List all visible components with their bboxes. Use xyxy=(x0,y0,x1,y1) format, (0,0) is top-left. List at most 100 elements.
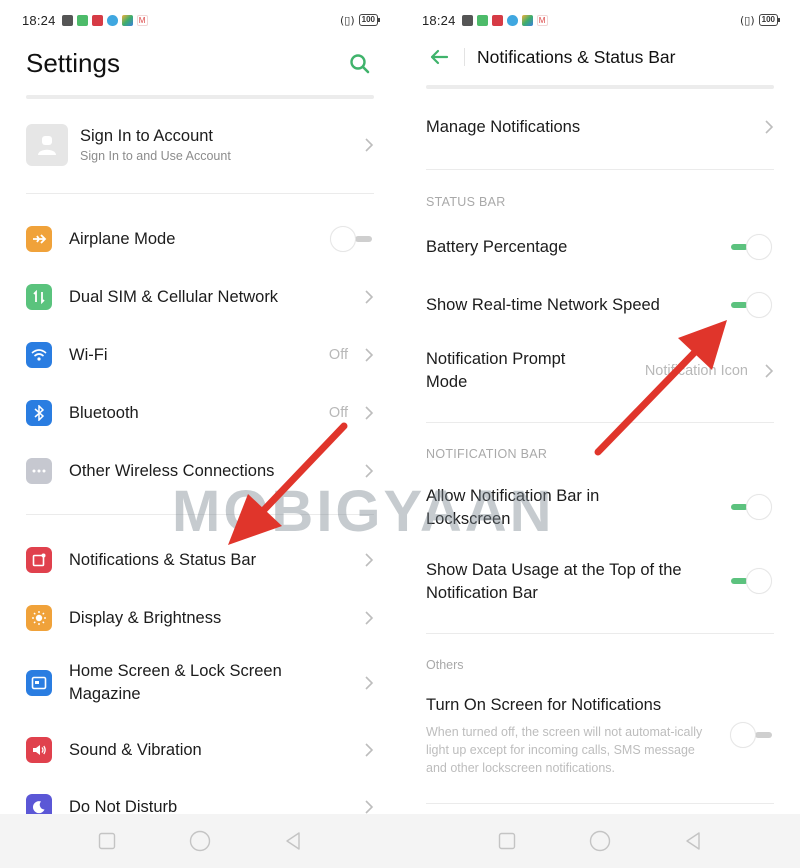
turn-on-screen-toggle[interactable] xyxy=(728,720,774,750)
status-bar: 18:24 M (▯) 100 xyxy=(422,10,781,30)
item-label: Display & Brightness xyxy=(69,608,222,627)
back-arrow-icon xyxy=(430,49,449,65)
item-label: Turn On Screen for Notifications xyxy=(426,696,662,714)
item-label: Show Data Usage at the Top of the Notifi… xyxy=(426,561,682,602)
navigation-bar xyxy=(0,814,400,868)
settings-item-notifications[interactable]: Notifications & Status Bar xyxy=(26,545,374,575)
red-app-icon xyxy=(491,14,503,26)
item-label: Home Screen & Lock Screen Magazine xyxy=(69,662,282,703)
item-label: Allow Notification Bar in Lockscreen xyxy=(426,487,600,528)
item-label: Airplane Mode xyxy=(69,229,176,248)
item-label: Wi-Fi xyxy=(69,345,108,364)
wifi-status: Off xyxy=(328,347,348,363)
bluetooth-icon xyxy=(26,400,52,426)
data-usage-toggle[interactable] xyxy=(728,566,774,596)
back-icon xyxy=(686,832,701,850)
back-button[interactable] xyxy=(426,44,452,70)
status-time: 18:24 xyxy=(422,12,456,28)
chevron-right-icon xyxy=(365,464,374,478)
status-bar: 18:24 M (▯) 100 xyxy=(22,10,381,30)
person-icon xyxy=(38,136,56,155)
page-title: Notifications & Status Bar xyxy=(477,46,676,67)
airplane-icon xyxy=(26,226,52,252)
sound-icon xyxy=(26,737,52,763)
battery-percentage-toggle[interactable] xyxy=(728,232,774,262)
item-label: Manage Notifications xyxy=(426,117,581,136)
back-button[interactable] xyxy=(681,829,705,853)
navigation-bar xyxy=(400,814,800,868)
red-app-icon xyxy=(91,14,103,26)
data-usage-row[interactable]: Show Data Usage at the Top of the Notifi… xyxy=(426,558,774,606)
more-icon xyxy=(26,458,52,484)
network-speed-row[interactable]: Show Real-time Network Speed xyxy=(426,290,774,320)
item-label: Notification Prompt Mode xyxy=(426,350,566,391)
wallpaper-icon xyxy=(26,670,52,696)
item-description: When turned off, the screen will not aut… xyxy=(426,725,703,775)
account-title: Sign In to Account xyxy=(80,127,214,145)
lockscreen-notification-bar-toggle[interactable] xyxy=(728,492,774,522)
item-label: Dual SIM & Cellular Network xyxy=(69,287,279,306)
gmail-icon: M xyxy=(536,14,548,26)
header-separator xyxy=(464,48,465,66)
close-box-icon xyxy=(61,14,73,26)
divider xyxy=(426,422,774,423)
sign-in-account-row[interactable]: Sign In to Account Sign In to and Use Ac… xyxy=(26,123,374,167)
green-app-icon xyxy=(76,14,88,26)
prompt-mode-value: Notification Icon xyxy=(644,363,748,379)
divider xyxy=(26,193,374,194)
turn-on-screen-row[interactable]: Turn On Screen for Notifications When tu… xyxy=(426,694,774,778)
recents-icon xyxy=(498,832,515,850)
search-button[interactable] xyxy=(348,52,372,76)
settings-item-other-wireless[interactable]: Other Wireless Connections xyxy=(26,456,374,486)
vibrate-icon: (▯) xyxy=(340,13,355,27)
airplane-mode-toggle[interactable] xyxy=(328,224,374,254)
settings-item-wifi[interactable]: Wi-Fi Off xyxy=(26,340,374,370)
bluetooth-status: Off xyxy=(328,405,348,421)
back-button[interactable] xyxy=(281,829,305,853)
item-label: Other Wireless Connections xyxy=(69,461,275,480)
header-divider xyxy=(426,85,774,89)
chevron-right-icon xyxy=(365,676,374,690)
item-label: Show Real-time Network Speed xyxy=(426,295,660,314)
chevron-right-icon xyxy=(365,611,374,625)
notification-prompt-mode-row[interactable]: Notification Prompt Mode Notification Ic… xyxy=(426,347,774,395)
section-header-others: Others xyxy=(426,658,464,672)
games-icon xyxy=(521,14,533,26)
network-speed-toggle[interactable] xyxy=(728,290,774,320)
settings-item-sound[interactable]: Sound & Vibration xyxy=(26,735,374,765)
battery-indicator: 100 xyxy=(358,14,381,26)
page-title: Settings xyxy=(26,48,120,78)
home-button[interactable] xyxy=(188,829,212,853)
header-divider xyxy=(26,95,374,99)
lockscreen-notification-bar-row[interactable]: Allow Notification Bar in Lockscreen xyxy=(426,484,774,532)
app-bar: Notifications & Status Bar xyxy=(426,40,774,74)
recents-button[interactable] xyxy=(95,829,119,853)
settings-item-dual-sim[interactable]: Dual SIM & Cellular Network xyxy=(26,282,374,312)
recents-button[interactable] xyxy=(495,829,519,853)
status-time: 18:24 xyxy=(22,12,56,28)
settings-item-airplane-mode[interactable]: Airplane Mode xyxy=(26,224,374,254)
chevron-right-icon xyxy=(365,290,374,304)
settings-item-display[interactable]: Display & Brightness xyxy=(26,603,374,633)
cellular-icon xyxy=(26,284,52,310)
chevron-right-icon xyxy=(365,348,374,362)
settings-item-home-screen[interactable]: Home Screen & Lock Screen Magazine xyxy=(26,659,374,707)
item-label: Sound & Vibration xyxy=(69,740,202,759)
search-icon xyxy=(350,54,370,74)
chevron-right-icon xyxy=(365,406,374,420)
chevron-right-icon xyxy=(365,553,374,567)
green-app-icon xyxy=(476,14,488,26)
vibrate-icon: (▯) xyxy=(740,13,755,27)
manage-notifications-row[interactable]: Manage Notifications xyxy=(426,112,774,142)
avatar xyxy=(26,124,68,166)
battery-percentage-row[interactable]: Battery Percentage xyxy=(426,232,774,262)
back-icon xyxy=(286,832,301,850)
divider xyxy=(426,803,774,804)
brightness-icon xyxy=(26,605,52,631)
settings-item-bluetooth[interactable]: Bluetooth Off xyxy=(26,398,374,428)
wifi-icon xyxy=(26,342,52,368)
home-button[interactable] xyxy=(588,829,612,853)
shield-icon xyxy=(106,14,118,26)
item-label: Notifications & Status Bar xyxy=(69,550,257,569)
chevron-right-icon xyxy=(365,138,374,152)
